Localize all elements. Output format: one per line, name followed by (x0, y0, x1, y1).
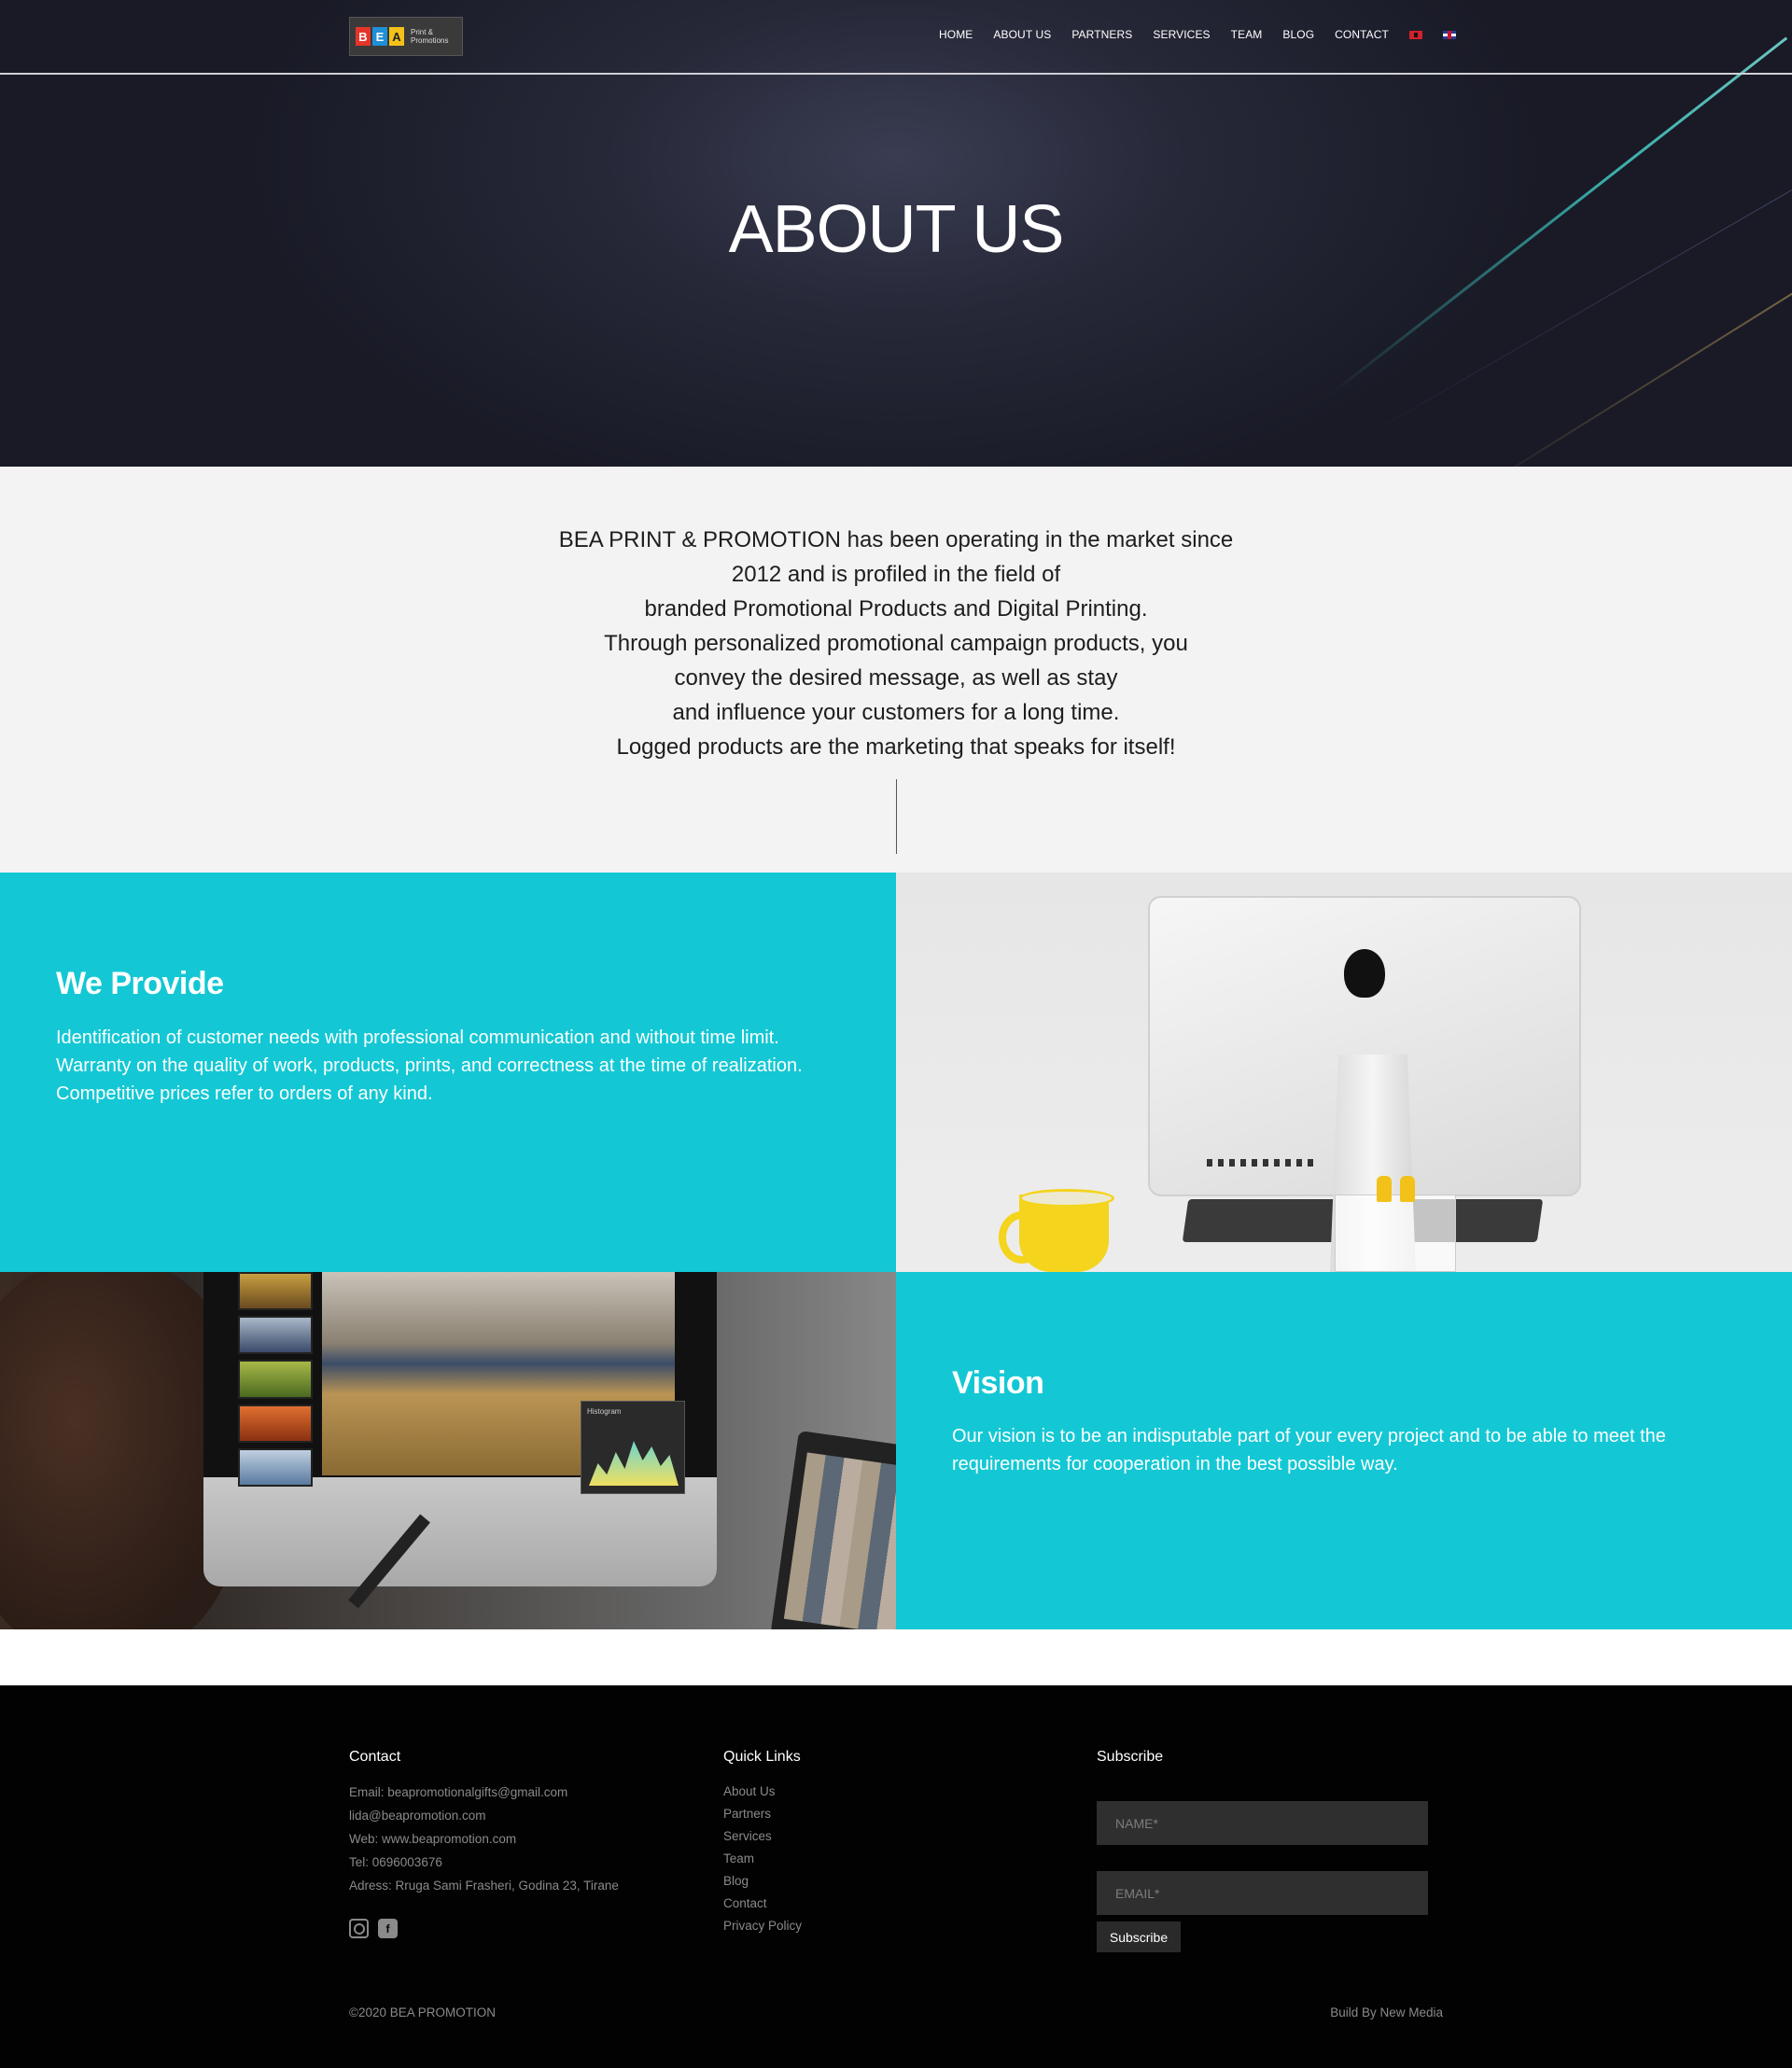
nav-about-us[interactable]: ABOUT US (993, 28, 1051, 41)
histogram-panel: Histogram (581, 1401, 685, 1494)
social-links: f (349, 1919, 398, 1938)
we-provide-title: We Provide (56, 966, 224, 1001)
instagram-icon[interactable] (349, 1919, 369, 1938)
subscribe-email-input[interactable] (1097, 1871, 1428, 1915)
footer-link-partners[interactable]: Partners (723, 1803, 802, 1825)
page-title: ABOUT US (728, 192, 1065, 267)
footer-contact-title: Contact (349, 1749, 401, 1765)
nav-contact[interactable]: CONTACT (1335, 28, 1389, 41)
uk-flag-icon[interactable] (1442, 30, 1456, 39)
imac-ports (1207, 1159, 1319, 1167)
contact-email-2: lida@beapromotion.com (349, 1809, 486, 1823)
nav-team[interactable]: TEAM (1231, 28, 1263, 41)
footer-link-blog[interactable]: Blog (723, 1870, 802, 1893)
footer-link-privacy-policy[interactable]: Privacy Policy (723, 1915, 802, 1937)
lego-figure (1400, 1176, 1415, 1202)
we-provide-text: Identification of customer needs with pr… (56, 1027, 803, 1104)
quick-links-title: Quick Links (723, 1749, 801, 1765)
subscribe-title: Subscribe (1097, 1749, 1164, 1765)
copyright: ©2020 BEA PROMOTION (349, 2005, 496, 2019)
nav-home[interactable]: HOME (939, 28, 973, 41)
footer-link-team[interactable]: Team (723, 1848, 802, 1870)
logo-letter-e: E (372, 27, 387, 46)
decorative-streak (1466, 287, 1792, 467)
hero-banner: B E A Print & Promotions HOME ABOUT US P… (0, 0, 1792, 467)
apple-logo-icon (1344, 949, 1385, 998)
build-by-credit[interactable]: Build By New Media (1330, 2005, 1443, 2019)
we-provide-section: We Provide Identification of customer ne… (0, 873, 896, 1272)
vision-text: Our vision is to be an indisputable part… (952, 1426, 1666, 1474)
logo-text: Print & Promotions (411, 28, 449, 45)
footer-subscribe: Subscribe (1097, 1749, 1163, 1781)
yellow-mug (999, 1189, 1114, 1272)
vision-section: Vision Our vision is to be an indisputab… (896, 1272, 1792, 1629)
intro-section: BEA PRINT & PROMOTION has been operating… (0, 467, 1792, 873)
footer-contact: Contact Email: beapromotionalgifts@gmail… (349, 1749, 619, 1897)
subscribe-name-input[interactable] (1097, 1801, 1428, 1845)
vertical-divider (896, 779, 897, 854)
albanian-flag-icon[interactable] (1408, 30, 1422, 39)
contact-web: Web: www.beapromotion.com (349, 1832, 517, 1846)
main-nav: HOME ABOUT US PARTNERS SERVICES TEAM BLO… (939, 28, 1477, 41)
contact-address: Adress: Rruga Sami Frasheri, Godina 23, … (349, 1879, 619, 1893)
nav-partners[interactable]: PARTNERS (1071, 28, 1132, 41)
contact-phone: Tel: 0696003676 (349, 1855, 442, 1869)
subscribe-button[interactable]: Subscribe (1097, 1921, 1181, 1952)
footer-link-contact[interactable]: Contact (723, 1893, 802, 1915)
nav-services[interactable]: SERVICES (1153, 28, 1210, 41)
laptop-screen (770, 1430, 896, 1629)
photo-thumbnails (238, 1272, 313, 1488)
bea-logo[interactable]: B E A Print & Promotions (349, 17, 463, 56)
footer: Contact Email: beapromotionalgifts@gmail… (0, 1685, 1792, 2068)
plastic-box (1335, 1195, 1456, 1272)
vision-title: Vision (952, 1365, 1044, 1401)
footer-quick-links: Quick Links About Us Partners Services T… (723, 1749, 802, 1937)
contact-email: Email: beapromotionalgifts@gmail.com (349, 1785, 568, 1799)
intro-text: BEA PRINT & PROMOTION has been operating… (558, 527, 1234, 760)
footer-link-services[interactable]: Services (723, 1825, 802, 1848)
logo-letter-b: B (356, 27, 371, 46)
nav-blog[interactable]: BLOG (1282, 28, 1314, 41)
lego-figure (1377, 1176, 1392, 1202)
footer-link-about-us[interactable]: About Us (723, 1781, 802, 1803)
photo-editing-image: Histogram (0, 1272, 896, 1629)
logo-letter-a: A (389, 27, 404, 46)
top-navigation-bar: B E A Print & Promotions HOME ABOUT US P… (0, 0, 1792, 75)
facebook-icon[interactable]: f (378, 1919, 398, 1938)
imac-desk-image (896, 873, 1792, 1272)
